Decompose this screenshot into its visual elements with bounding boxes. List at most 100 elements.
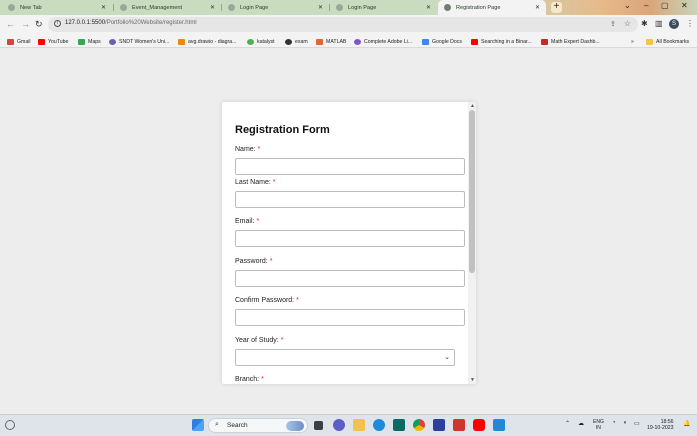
menu-icon[interactable]: ⋮ [686, 19, 694, 28]
side-panel-icon[interactable]: ▥ [655, 19, 663, 28]
battery-icon[interactable]: ▭ [634, 420, 640, 427]
bookmark-drawio[interactable]: avg.drawio - diagra... [178, 36, 236, 47]
globe-icon [120, 4, 127, 11]
drawio-icon [178, 38, 185, 45]
year-of-study-select[interactable]: ⌄ [235, 349, 455, 366]
tab-registration-page[interactable]: Registration Page ✕ [438, 0, 546, 15]
bookmark-gmail[interactable]: Gmail [7, 36, 31, 47]
maximize-icon[interactable]: ▢ [661, 1, 669, 10]
tab-label: Event_Management [132, 4, 183, 11]
math-expert-icon [541, 38, 548, 45]
form-scrollbar[interactable]: ▲ ▼ [468, 102, 476, 384]
bookmark-binary-search[interactable]: Searching in a Binar... [471, 36, 532, 47]
close-icon[interactable]: ✕ [426, 4, 431, 11]
chevron-down-icon: ⌄ [444, 354, 450, 361]
volume-icon[interactable]: ◖ [623, 420, 627, 426]
adobe-icon [354, 38, 361, 45]
app-icon[interactable] [433, 419, 445, 431]
required-marker: * [296, 297, 299, 304]
back-icon[interactable]: ← [6, 19, 15, 29]
onedrive-icon[interactable]: ☁ [578, 420, 584, 427]
tab-search-icon[interactable]: ⌄ [624, 1, 631, 10]
profile-avatar[interactable]: S [669, 19, 679, 29]
required-marker: * [257, 146, 261, 153]
bookmark-katalyst[interactable]: katalyst [247, 36, 275, 47]
required-marker: * [272, 179, 276, 186]
share-icon[interactable]: ⇪ [610, 20, 616, 28]
tab-label: Registration Page [456, 4, 501, 11]
password-field[interactable] [235, 270, 465, 287]
mcafee-icon[interactable] [453, 419, 465, 431]
email-field[interactable] [235, 230, 465, 247]
password-label: Password: * [235, 258, 273, 265]
notification-bell-icon[interactable]: 🔔 [683, 420, 690, 427]
task-view-icon[interactable] [314, 421, 323, 430]
taskbar-search[interactable]: ⌕ Search [208, 418, 308, 433]
required-marker: * [261, 376, 264, 383]
tab-label: Login Page [240, 4, 269, 11]
extensions-icon[interactable]: ✱ [641, 19, 648, 28]
bookmark-youtube[interactable]: YouTube [38, 36, 68, 47]
name-label: Name: * [235, 146, 261, 153]
tab-login-page-2[interactable]: Login Page ✕ [330, 0, 437, 15]
chrome-taskbar-icon[interactable] [413, 419, 425, 431]
bookmark-math-expert[interactable]: Math Expert Dashb... [541, 36, 600, 47]
minimize-icon[interactable]: – [644, 1, 648, 10]
tab-event-management[interactable]: Event_Management ✕ [114, 0, 221, 15]
bookmark-star-icon[interactable]: ☆ [624, 19, 631, 28]
vscode-icon[interactable] [493, 419, 505, 431]
all-bookmarks-button[interactable]: All Bookmarks [646, 36, 689, 47]
store-icon[interactable] [393, 419, 405, 431]
weather-icon[interactable] [5, 420, 15, 430]
bookmark-sndt[interactable]: SNDT Women's Uni... [109, 36, 169, 47]
docs-icon [422, 38, 429, 45]
window-close-icon[interactable]: ✕ [681, 1, 688, 10]
site-info-icon[interactable]: i [54, 20, 61, 27]
form-title: Registration Form [235, 124, 330, 136]
name-field[interactable] [235, 158, 465, 175]
search-highlight-icon [286, 421, 304, 431]
new-tab-button[interactable]: + [551, 2, 562, 13]
chat-icon[interactable] [333, 419, 345, 431]
forward-icon[interactable]: → [21, 19, 30, 29]
tab-login-page-1[interactable]: Login Page ✕ [222, 0, 329, 15]
youtube-icon [38, 38, 45, 45]
url-text[interactable]: 127.0.0.1:5500/Portfolio%20Website/regis… [65, 20, 197, 26]
maps-icon [78, 38, 85, 45]
last-name-field[interactable] [235, 191, 465, 208]
matlab-icon [316, 38, 323, 45]
language-indicator[interactable]: ENG IN [593, 419, 604, 431]
search-icon: ⌕ [215, 421, 219, 428]
required-marker: * [269, 258, 273, 265]
close-icon[interactable]: ✕ [210, 4, 215, 11]
bookmark-google-docs[interactable]: Google Docs [422, 36, 462, 47]
bookmarks-bar: Gmail YouTube Maps SNDT Women's Uni... a… [0, 35, 697, 48]
reload-icon[interactable]: ↻ [35, 19, 43, 30]
katalyst-icon [247, 38, 254, 45]
scrollbar-thumb[interactable] [469, 110, 475, 273]
confirm-password-field[interactable] [235, 309, 465, 326]
globe-icon [285, 38, 292, 45]
windows-start-icon[interactable] [192, 419, 204, 431]
bookmark-matlab[interactable]: MATLAB [316, 36, 346, 47]
file-explorer-icon[interactable] [353, 419, 365, 431]
close-icon[interactable]: ✕ [101, 4, 106, 11]
wifi-icon[interactable]: ◔ [612, 420, 616, 426]
edge-icon[interactable] [373, 419, 385, 431]
bookmark-exam[interactable]: exam [285, 36, 308, 47]
bookmark-adobe[interactable]: Complete Adobe Li... [354, 36, 412, 47]
clock[interactable]: 18:56 19-10-2023 [647, 419, 674, 431]
close-icon[interactable]: ✕ [318, 4, 323, 11]
globe-icon [444, 4, 451, 11]
youtube-app-icon[interactable] [473, 419, 485, 431]
branch-label: Branch: * [235, 376, 264, 383]
address-bar[interactable]: i 127.0.0.1:5500/Portfolio%20Website/reg… [48, 17, 638, 32]
required-marker: * [256, 218, 260, 225]
close-icon[interactable]: ✕ [535, 4, 540, 11]
scroll-down-icon[interactable]: ▼ [470, 377, 475, 383]
bookmark-maps[interactable]: Maps [78, 36, 101, 47]
scroll-up-icon[interactable]: ▲ [470, 103, 475, 109]
show-hidden-icons-icon[interactable]: ⌃ [565, 420, 570, 427]
bookmarks-overflow-button[interactable]: » [631, 36, 634, 47]
tab-new-tab[interactable]: New Tab ✕ [2, 0, 112, 15]
